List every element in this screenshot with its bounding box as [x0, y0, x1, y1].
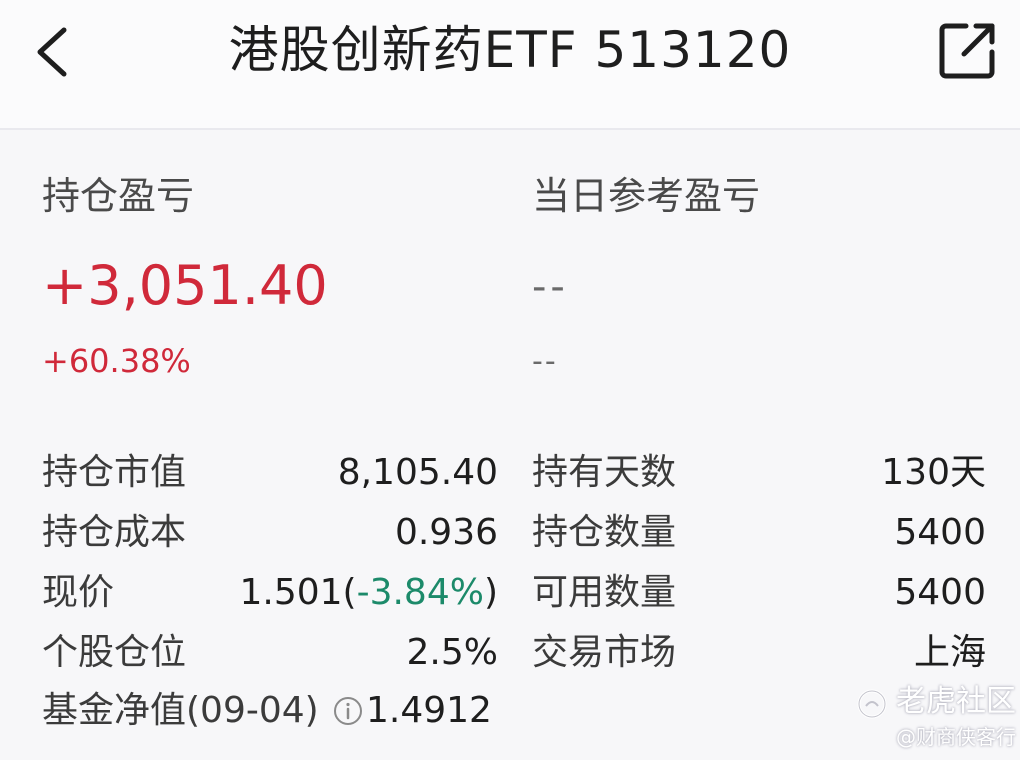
fund-nav-value: 1.4912	[366, 690, 492, 731]
available-quantity-label: 可用数量	[532, 572, 677, 613]
share-external-icon	[939, 23, 995, 79]
info-icon[interactable]	[332, 695, 364, 727]
current-price-label: 现价	[42, 572, 115, 613]
available-quantity-value: 5400	[894, 572, 986, 613]
current-price-close-paren: )	[483, 572, 498, 613]
watermark-brand: 老虎社区	[896, 684, 1016, 719]
cost-value: 0.936	[394, 512, 498, 553]
market-value-label: 持仓市值	[42, 452, 187, 493]
daily-pnl-percent: --	[532, 344, 558, 379]
position-pnl-percent: +60.38%	[42, 342, 191, 380]
price-change-percent: -3.84%	[356, 572, 484, 613]
tiger-community-logo-icon	[856, 688, 888, 720]
market-value-value: 8,105.40	[337, 452, 498, 493]
exchange-value: 上海	[913, 632, 986, 673]
position-quantity-value: 5400	[894, 512, 986, 553]
etf-position-detail-screen: 港股创新药ETF 513120 持仓盈亏 当日参考盈亏 +3,051.40 --…	[0, 0, 1020, 760]
page-title: 港股创新药ETF 513120	[228, 21, 792, 79]
current-price-number: 1.501(	[239, 572, 357, 613]
holding-days-value: 130天	[881, 452, 986, 493]
exchange-label: 交易市场	[532, 632, 677, 673]
fund-nav-label: 基金净值(09-04)	[42, 690, 319, 731]
watermark-author: @财商侠客行	[896, 725, 1016, 749]
position-weight-label: 个股仓位	[42, 632, 187, 673]
position-pnl-label: 持仓盈亏	[42, 174, 195, 218]
cost-label: 持仓成本	[42, 512, 187, 553]
position-quantity-label: 持仓数量	[532, 512, 677, 553]
position-weight-value: 2.5%	[406, 632, 498, 673]
holding-days-label: 持有天数	[532, 452, 677, 493]
daily-pnl-label: 当日参考盈亏	[532, 174, 761, 218]
daily-pnl-value: --	[532, 264, 569, 310]
top-bar: 港股创新药ETF 513120	[0, 0, 1020, 130]
current-price-value: 1.501(-3.84%)	[200, 570, 498, 616]
share-button[interactable]	[938, 20, 998, 80]
position-pnl-value: +3,051.40	[42, 254, 328, 317]
